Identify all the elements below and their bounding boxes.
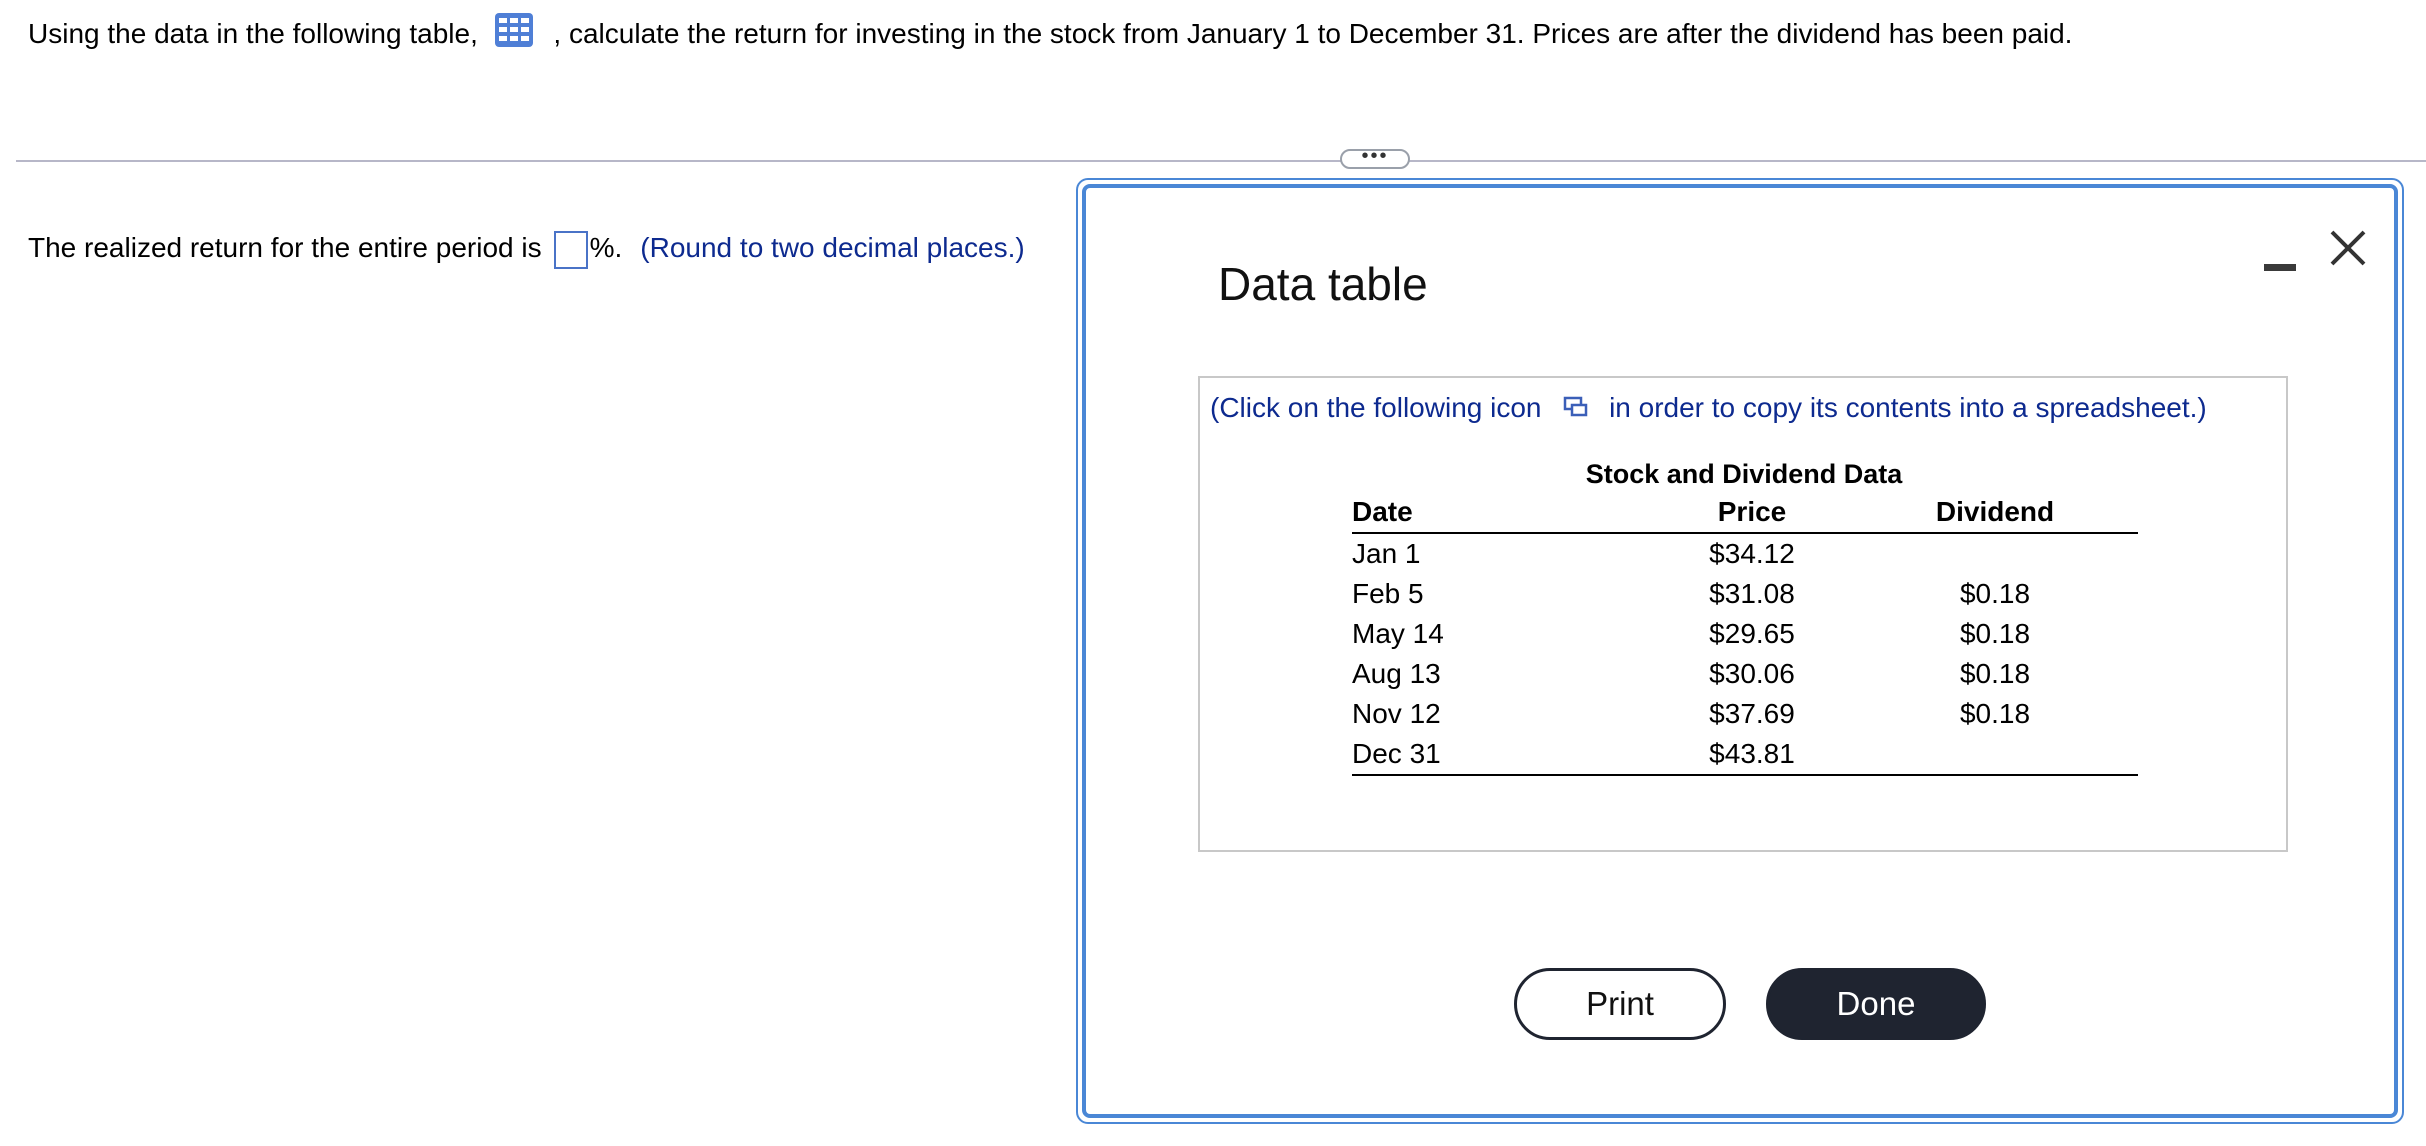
answer-input[interactable] — [553, 230, 588, 269]
close-icon — [2330, 230, 2366, 266]
copy-instruction-end: in order to copy its contents into a spr… — [1609, 392, 2207, 423]
copy-instruction-start: (Click on the following icon — [1210, 392, 1542, 423]
question-text-start: Using the data in the following table, — [28, 17, 478, 49]
table-row: May 14 $29.65 $0.18 — [1352, 614, 2138, 654]
table-row: Feb 5 $31.08 $0.18 — [1352, 574, 2138, 614]
column-header-price: Price — [1652, 492, 1852, 534]
copy-instruction: (Click on the following icon in order to… — [1210, 388, 2207, 430]
cell-dividend — [1852, 533, 2138, 574]
cell-price: $29.65 — [1709, 618, 1795, 649]
cell-dividend: $0.18 — [1959, 618, 2031, 649]
close-button[interactable] — [2326, 226, 2370, 270]
table-panel: (Click on the following icon in order to… — [1198, 376, 2288, 852]
question-text-end: , calculate the return for investing in … — [553, 17, 2073, 49]
stock-dividend-table: Date Price Dividend Jan 1 $34.12 Feb 5 $… — [1352, 492, 2138, 776]
data-table-dialog: Data table (Click on the following icon … — [1076, 178, 2404, 1124]
table-row: Aug 13 $30.06 $0.18 — [1352, 654, 2138, 694]
cell-dividend: $0.18 — [1959, 658, 2031, 689]
cell-price: $43.81 — [1652, 734, 1852, 776]
cell-price: $34.12 — [1709, 538, 1795, 569]
done-button[interactable]: Done — [1766, 968, 1986, 1040]
table-grid-icon[interactable] — [494, 12, 534, 59]
data-table-dialog-body: Data table (Click on the following icon … — [1082, 184, 2398, 1118]
table-caption: Stock and Dividend Data — [1585, 459, 1903, 489]
copy-to-spreadsheet-icon[interactable] — [1563, 390, 1589, 430]
expand-button[interactable]: ••• — [1340, 146, 1410, 169]
cell-date: Feb 5 — [1352, 578, 1424, 609]
section-divider — [16, 160, 2426, 162]
question-text: Using the data in the following table, ,… — [28, 12, 2072, 59]
column-header-dividend: Dividend — [1852, 492, 2138, 534]
dialog-title: Data table — [1218, 258, 1428, 310]
minimize-icon — [2264, 264, 2296, 271]
cell-date: Jan 1 — [1352, 538, 1421, 569]
answer-line: The realized return for the entire perio… — [28, 226, 1025, 270]
cell-dividend — [1852, 734, 2138, 776]
rounding-hint: (Round to two decimal places.) — [640, 232, 1025, 263]
cell-date: May 14 — [1352, 618, 1444, 649]
table-header-row: Date Price Dividend — [1352, 492, 2138, 534]
cell-date: Aug 13 — [1352, 658, 1441, 689]
cell-price: $37.69 — [1709, 698, 1795, 729]
cell-dividend: $0.18 — [1959, 578, 2031, 609]
table-row: Nov 12 $37.69 $0.18 — [1352, 694, 2138, 734]
cell-price: $30.06 — [1709, 658, 1795, 689]
column-header-date: Date — [1352, 492, 1652, 534]
answer-suffix: %. — [589, 232, 623, 263]
print-button[interactable]: Print — [1514, 968, 1726, 1040]
minimize-button[interactable] — [2264, 248, 2296, 278]
cell-price: $31.08 — [1709, 578, 1795, 609]
cell-date: Dec 31 — [1352, 734, 1652, 776]
cell-date: Nov 12 — [1352, 698, 1441, 729]
table-row: Dec 31 $43.81 — [1352, 734, 2138, 776]
cell-dividend: $0.18 — [1959, 698, 2031, 729]
table-row: Jan 1 $34.12 — [1352, 533, 2138, 574]
answer-prefix: The realized return for the entire perio… — [28, 232, 542, 263]
